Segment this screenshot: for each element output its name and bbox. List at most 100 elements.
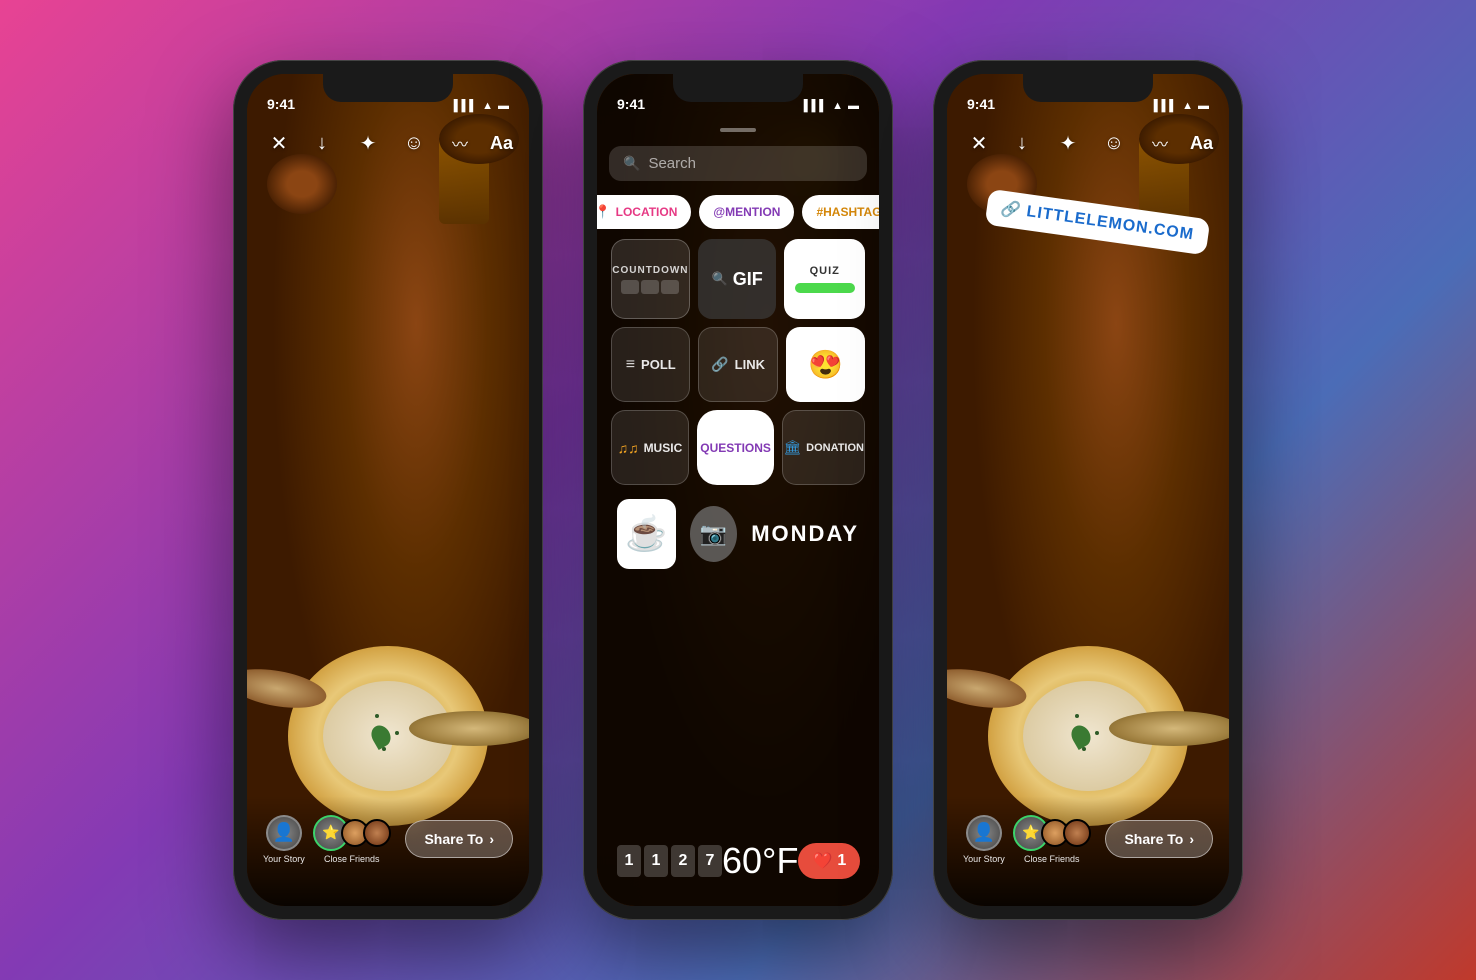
sticker-search-bar[interactable]: 🔍 Search [609,146,867,181]
countdown-blocks [621,280,679,294]
close-friends-avatar-group-right: ⭐ [1013,815,1091,851]
close-friends-label-right: Close Friends [1024,854,1080,864]
food-background-left [247,74,529,906]
status-icons-right: ▌▌▌ ▲ ▬ [1154,100,1209,112]
notch-middle [673,74,803,102]
story-avatars-right: 👤 Your Story ⭐ Close Friends [963,815,1091,864]
link-label: LINK [735,357,765,372]
countdown-label: COUNTDOWN [612,265,688,276]
questions-label: QUESTIONS [700,441,771,455]
herb-1 [375,714,379,718]
search-icon-middle: 🔍 [623,155,640,172]
share-btn-right[interactable]: Share To › [1105,820,1213,858]
temperature-display: 60°F [722,840,798,882]
panel-handle[interactable] [720,128,756,132]
emoji-slider-sticker[interactable]: 😍 [786,327,865,402]
story-toolbar-left[interactable]: ✕ ↓ ✦ ☺ 〰 Aa [247,118,529,168]
signal-middle: ▌▌▌ [804,100,827,112]
bread-right-right [1109,711,1229,746]
music-icon: ♫♫ [618,440,639,456]
share-chevron-right: › [1189,831,1194,847]
close-friends-label-left: Close Friends [324,854,380,864]
emoji-slider-icon: 😍 [808,348,843,381]
like-count-middle: 1 [837,852,846,870]
donation-icon: 🏛 [783,439,801,456]
toolbar-right-left: ↓ ✦ ☺ 〰 Aa [306,127,513,159]
move-icon-right[interactable]: ✦ [1052,127,1084,159]
gif-search-icon: 🔍 [712,271,728,287]
hashtag-sticker[interactable]: #HASHTAG [802,195,879,229]
notch-left [323,74,453,102]
battery-right: ▬ [1198,100,1209,112]
story-bottom-right: 👤 Your Story ⭐ Close Friends Share To [947,796,1229,906]
quiz-label: QUIZ [810,265,840,277]
share-btn-text-left: Share To [424,831,483,847]
cf-av-2-left [363,819,391,847]
wave-icon-left[interactable]: 〰 [444,127,476,159]
share-btn-left[interactable]: Share To › [405,820,513,858]
digits-row: 1 1 2 7 [617,845,722,877]
cf-avatars-right [1041,819,1091,847]
location-sticker[interactable]: 📍 LOCATION [597,195,691,229]
download-icon-left[interactable]: ↓ [306,127,338,159]
wave-icon-right[interactable]: 〰 [1144,127,1176,159]
questions-sticker[interactable]: QUESTIONS [697,410,775,485]
quiz-sticker[interactable]: QUIZ [784,239,865,319]
story-bottom-left: 👤 Your Story ⭐ Close Friends Share To [247,796,529,906]
donation-label: DONATION [806,442,864,454]
sticker-row-1: 📍 LOCATION @MENTION #HASHTAG [597,189,879,235]
your-story-label-left: Your Story [263,854,305,864]
text-tool-left[interactable]: Aa [490,133,513,154]
link-sticker-btn[interactable]: 🔗 LINK [698,327,777,402]
link-icon-sticker: 🔗 [1000,199,1023,222]
heart-icon-middle: ❤️ [812,851,832,871]
poll-icon: ≡ [626,356,635,374]
mug-sticker[interactable]: ☕ [617,499,676,569]
gif-sticker[interactable]: 🔍 GIF [698,239,777,319]
cf-av-2-right [1063,819,1091,847]
close-friends-avatar-group-left: ⭐ [313,815,391,851]
your-story-left[interactable]: 👤 Your Story [263,815,305,864]
leaf-right [1068,722,1095,750]
digit-1: 1 [617,845,641,877]
time-right: 9:41 [967,96,995,112]
music-sticker[interactable]: ♫♫ MUSIC [611,410,689,485]
face-icon-right[interactable]: ☺ [1098,127,1130,159]
close-friends-right[interactable]: ⭐ Close Friends [1013,815,1091,864]
cf-avatars-left [341,819,391,847]
sticker-row-3: ≡ POLL 🔗 LINK 😍 [597,323,879,406]
story-toolbar-right[interactable]: ✕ ↓ ✦ ☺ 〰 Aa [947,118,1229,168]
phone-left: 9:41 ▌▌▌ ▲ ▬ ✕ ↓ ✦ ☺ 〰 Aa 👤 Your [233,60,543,920]
mention-sticker[interactable]: @MENTION [699,195,794,229]
close-friends-left[interactable]: ⭐ Close Friends [313,815,391,864]
poll-sticker[interactable]: ≡ POLL [611,327,690,402]
move-icon-left[interactable]: ✦ [352,127,384,159]
sticker-row-5: ☕ 📷 MONDAY [597,489,879,579]
text-tool-right[interactable]: Aa [1190,133,1213,154]
phone-right: 9:41 ▌▌▌ ▲ ▬ ✕ ↓ ✦ ☺ 〰 Aa 🔗 LITTLELEMON.… [933,60,1243,920]
wifi-middle: ▲ [832,100,843,112]
close-icon-left[interactable]: ✕ [263,127,295,159]
gif-label: GIF [733,269,763,290]
monday-sticker[interactable]: MONDAY [751,521,859,547]
wifi-left: ▲ [482,100,493,112]
like-badge-middle[interactable]: ❤️ 1 [798,843,860,879]
share-btn-text-right: Share To [1124,831,1183,847]
countdown-sticker[interactable]: COUNTDOWN [611,239,690,319]
battery-left: ▬ [498,100,509,112]
status-icons-middle: ▌▌▌ ▲ ▬ [804,100,859,112]
download-icon-right[interactable]: ↓ [1006,127,1038,159]
story-avatars-left: 👤 Your Story ⭐ Close Friends [263,815,391,864]
battery-middle: ▬ [848,100,859,112]
location-label: LOCATION [616,205,678,219]
herb-2 [395,731,399,735]
link-icon-middle: 🔗 [711,356,728,373]
donation-sticker[interactable]: 🏛 DONATION [782,410,865,485]
your-story-right[interactable]: 👤 Your Story [963,815,1005,864]
your-story-avatar-left: 👤 [266,815,302,851]
time-left: 9:41 [267,96,295,112]
camera-btn-middle[interactable]: 📷 [690,506,737,562]
face-icon-left[interactable]: ☺ [398,127,430,159]
close-icon-right[interactable]: ✕ [963,127,995,159]
search-placeholder-middle: Search [648,155,696,172]
